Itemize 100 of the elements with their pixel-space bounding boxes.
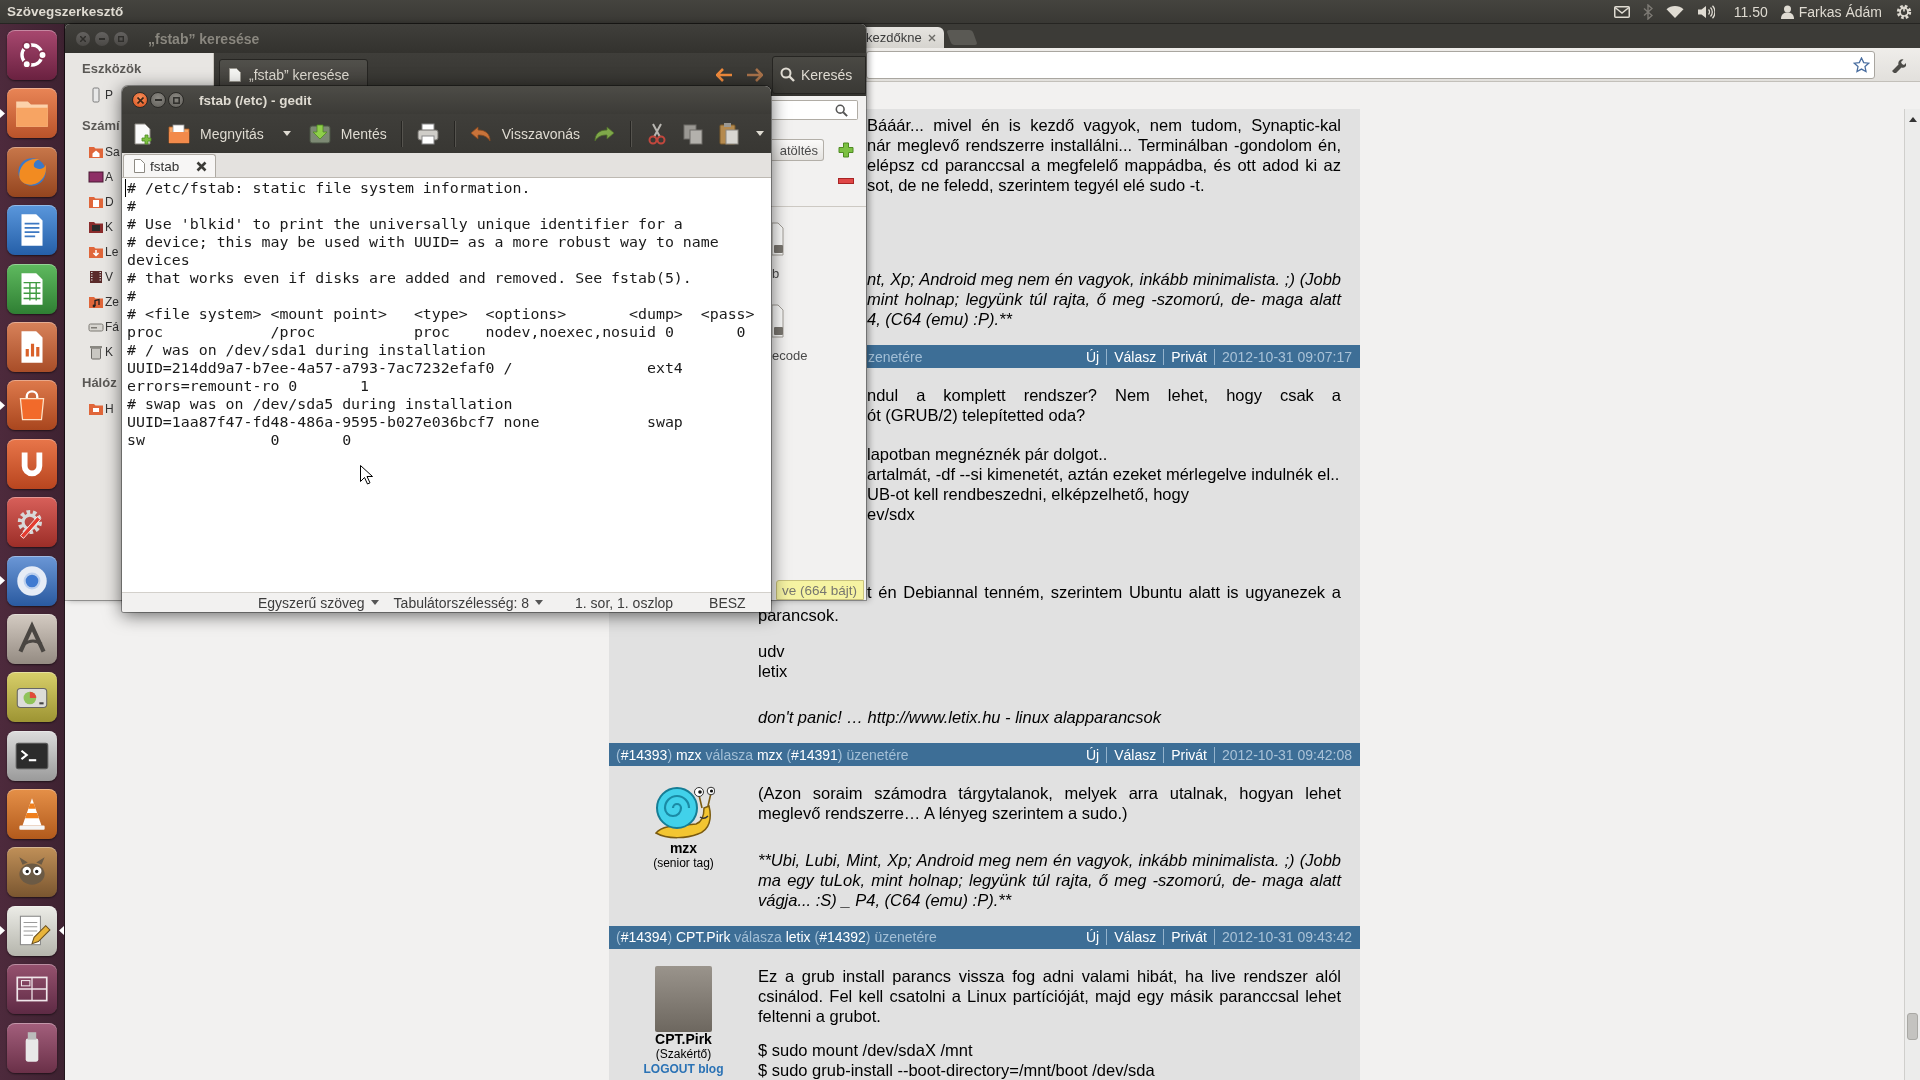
sidebar-item[interactable]: Le [65,239,119,264]
file-icon[interactable] [772,221,784,257]
header-link[interactable]: #14391 [791,746,838,763]
arrow-up-icon [1908,116,1917,122]
traffic-cone-icon[interactable] [7,789,57,840]
scrollbar[interactable] [1904,109,1920,1080]
code-line: # /etc/fstab: static file system information. [127,179,531,197]
action-link[interactable]: Új [1078,929,1108,945]
presentation-icon[interactable] [7,321,57,372]
action-link[interactable]: Válasz [1107,746,1165,763]
action-link[interactable]: Válasz [1107,929,1165,945]
sidebar-item[interactable]: H [65,396,114,421]
code-line: # Use 'blkid' to print the universally unique identifier for a [127,215,683,233]
blog-link[interactable]: LOGOUT blog [643,1061,724,1076]
arrow-right-icon[interactable] [746,67,763,82]
undo-button[interactable]: Visszavonás [462,116,587,151]
arrow-left-icon[interactable] [716,67,733,82]
add-icon[interactable] [838,142,854,158]
reload-button[interactable]: atöltés [772,139,824,161]
action-link[interactable]: Privát [1164,746,1215,763]
header-link[interactable]: mzx [756,746,783,763]
sidebar-item[interactable]: Ze [65,289,119,314]
maximize-button[interactable] [168,92,184,108]
document-tab[interactable]: fstab [123,154,216,177]
language-menu[interactable]: Egyszerű szöveg [258,594,379,611]
post-text: ndul a komplett rendszer? Nem lehet, hogy csak a [867,385,1341,405]
spreadsheet-icon[interactable] [7,263,57,314]
address-field[interactable] [866,50,1875,79]
search-field[interactable] [772,100,858,120]
round-logo-icon[interactable] [7,555,57,606]
code-line: devices [127,251,190,269]
reply-info: (#14394) CPT.Pirk válasza letix (#14392) üzenetére [616,929,937,945]
sidebar-heading: Számí [81,116,120,135]
header-link[interactable]: #14392 [819,929,866,945]
mascot-head-icon[interactable] [7,847,57,898]
globe-fox-icon[interactable] [7,146,57,197]
gear-wrench-icon[interactable] [7,497,57,548]
sidebar-item[interactable]: D [65,189,114,214]
browser-tab[interactable]: kezdőkne [866,27,944,48]
caret-down-icon [282,131,291,136]
notepad-pencil-icon[interactable] [7,905,57,956]
action-link[interactable]: Új [1078,348,1108,365]
shopping-bag-icon[interactable] [7,380,57,431]
gear-icon[interactable] [1896,3,1912,20]
action-link[interactable]: Privát [1164,348,1215,365]
trash-icon [88,343,104,360]
close-icon [136,96,144,104]
window-title: „fstab” keresése [148,30,260,47]
close-icon[interactable] [196,160,207,172]
file-name[interactable]: ecode [772,348,808,364]
search-button[interactable]: Keresés [772,55,866,94]
sidebar-item[interactable]: A [65,164,113,189]
action-link[interactable]: Válasz [1107,348,1165,365]
speaker-icon[interactable] [1696,4,1715,19]
header-link[interactable]: letix [785,929,811,945]
wrench-icon[interactable] [1890,56,1906,73]
printer-icon [415,121,440,146]
open-button[interactable]: Megnyitás [161,116,270,151]
sidebar-item[interactable]: V [65,264,113,289]
post-text: $ sudo mount /dev/sdaX /mnt [758,1039,973,1060]
scrollbar-thumb[interactable] [1907,1013,1918,1040]
code-line: # / was on /dev/sda1 during installation [127,341,486,359]
status-tooltip: ve (664 bájt) [775,580,864,600]
header-link[interactable]: #14393 [620,746,668,763]
user-name[interactable]: Farkas Ádám [1798,3,1882,20]
action-link[interactable]: Új [1078,746,1108,763]
header-link[interactable]: mzx [675,746,702,763]
usb-drive-icon[interactable] [7,1022,57,1073]
sidebar-item[interactable]: K [65,214,113,239]
save-button[interactable]: Mentés [301,116,393,151]
page-plus-icon [131,121,155,146]
star-icon[interactable] [1853,56,1870,73]
terminal-icon[interactable] [7,730,57,781]
sidebar-item[interactable]: P [65,82,113,107]
header-link[interactable]: #14394 [620,929,668,945]
disk-drive-icon[interactable] [7,672,57,723]
tab-width-menu[interactable]: Tabulátorszélesség: 8 [393,594,544,611]
action-link[interactable]: Privát [1164,929,1215,945]
close-button[interactable] [132,92,148,108]
code-line: errors=remount-ro 0 1 [127,377,370,395]
folder-icon[interactable] [7,88,57,139]
u-shape-icon[interactable] [7,438,57,489]
header-link[interactable]: CPT.Pirk [675,929,731,945]
post-text: Bááár... mivel én is kezdő vagyok, nem tudom, Synaptic-kal [867,115,1341,135]
circle-logo-icon[interactable] [7,30,57,80]
file-name[interactable]: b [772,266,780,282]
mail-icon[interactable] [1613,5,1630,18]
text-document-icon[interactable] [7,205,57,256]
wifi-icon[interactable] [1665,5,1684,18]
sidebar-item[interactable]: Fá [65,314,119,339]
sidebar-item[interactable]: K [65,339,113,364]
bluetooth-icon[interactable] [1642,3,1653,20]
user-icon[interactable] [1780,4,1794,19]
minimize-button[interactable] [150,92,166,108]
post-text: Ez a grub install parancs vissza fog adni valami hibát, ha live rendszer alól csinálod. Fel kell csatolni a Linux partícióját, majd egy másik paranccsal lehet feltenni a grubot. [758,965,1341,1026]
sidebar-item[interactable]: Sa [65,139,120,164]
text-editor-area[interactable] [122,178,771,592]
file-icon[interactable] [772,303,784,339]
workspaces-icon[interactable] [7,964,57,1015]
a-shape-logo-icon[interactable] [7,613,57,664]
